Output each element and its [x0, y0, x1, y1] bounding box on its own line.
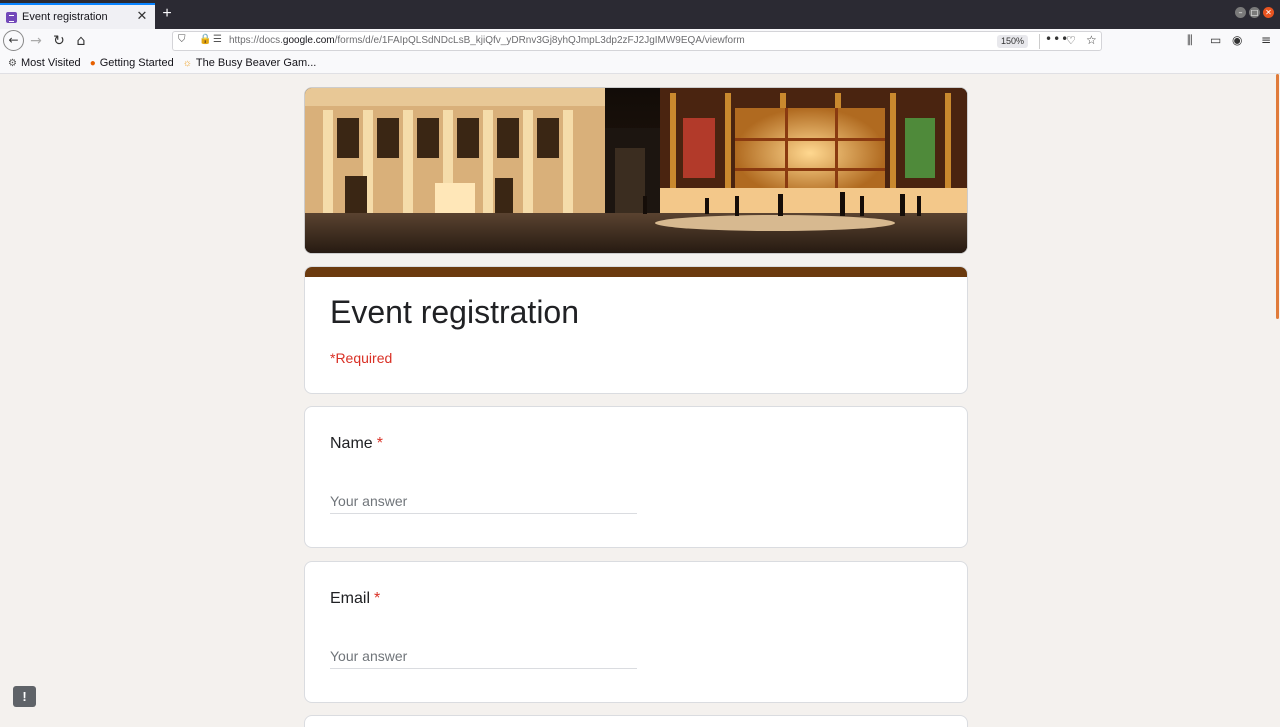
question-label: Name * [330, 435, 383, 453]
navigation-toolbar: ← → ↻ ⌂ ⛉ 🔒 ☰ https://docs.google.com/fo… [0, 29, 1280, 53]
next-question-card [304, 715, 968, 727]
forms-favicon-icon [6, 11, 17, 23]
permissions-icon[interactable]: ☰ [213, 34, 222, 45]
bookmark-label: Most Visited [20, 57, 81, 69]
tab-title: Event registration [22, 11, 108, 23]
bookmark-getting-started[interactable]: ● Getting Started [90, 57, 174, 69]
question-text: Name [330, 435, 373, 452]
maximize-icon: □ [1250, 8, 1259, 17]
bookmark-busy-beaver[interactable]: ☼ The Busy Beaver Gam... [183, 57, 317, 69]
lock-icon[interactable]: 🔒 [199, 34, 211, 45]
zoom-level-badge[interactable]: 150% [997, 35, 1029, 48]
minimize-icon: – [1238, 8, 1243, 17]
required-note: *Required [330, 350, 393, 366]
address-bar[interactable]: ⛉ 🔒 ☰ https://docs.google.com/forms/d/e/… [172, 31, 1102, 51]
bookmark-label: Getting Started [99, 57, 174, 69]
required-asterisk: * [374, 590, 381, 607]
bookmarks-toolbar: ⚙ Most Visited ● Getting Started ☼ The B… [0, 53, 1280, 74]
name-input[interactable] [330, 489, 637, 514]
menu-icon[interactable]: ≡ [1261, 33, 1271, 47]
email-input[interactable] [330, 644, 637, 669]
report-feedback-button[interactable]: ! [13, 686, 36, 707]
divider [1039, 34, 1040, 49]
close-window-button[interactable]: ✕ [1263, 7, 1274, 18]
url-prefix: https://docs. [229, 35, 283, 46]
required-asterisk: * [376, 435, 383, 452]
pocket-icon[interactable]: ♡ [1066, 34, 1076, 47]
sidebar-icon[interactable]: ▭ [1210, 33, 1221, 47]
bookmark-label: The Busy Beaver Gam... [195, 57, 317, 69]
tab-strip: Event registration ✕ + – □ ✕ [0, 0, 1280, 29]
tab-event-registration[interactable]: Event registration ✕ [0, 3, 155, 29]
account-icon[interactable]: ◉ [1232, 33, 1242, 47]
minimize-window-button[interactable]: – [1235, 7, 1246, 18]
forward-button[interactable]: → [25, 30, 47, 52]
question-text: Email [330, 590, 371, 607]
reload-button[interactable]: ↻ [48, 30, 70, 52]
sun-icon: ☼ [182, 57, 192, 69]
url-domain: google.com [282, 35, 335, 46]
form-header-card: Event registration *Required [304, 266, 968, 394]
close-icon: ✕ [1265, 8, 1272, 17]
url-text[interactable]: https://docs.google.com/forms/d/e/1FAIpQ… [229, 35, 745, 46]
page-content[interactable]: Event registration *Required Name* Email… [0, 74, 1280, 727]
firefox-icon: ● [89, 57, 96, 69]
new-tab-button[interactable]: + [159, 5, 175, 23]
library-icon[interactable]: ⫼ [1187, 33, 1193, 48]
back-button[interactable]: ← [3, 30, 24, 51]
form-title: Event registration [330, 294, 580, 330]
home-button[interactable]: ⌂ [70, 30, 92, 52]
bookmark-star-icon[interactable]: ☆ [1086, 33, 1097, 47]
theme-accent-bar [305, 267, 967, 277]
gear-icon: ⚙ [8, 57, 17, 69]
question-label: Email * [330, 590, 380, 608]
tracking-shield-icon[interactable]: ⛉ [178, 34, 186, 45]
banner-illustration [305, 88, 967, 253]
close-tab-icon[interactable]: ✕ [135, 10, 149, 24]
question-card-email: Email * [304, 561, 968, 703]
maximize-window-button[interactable]: □ [1249, 7, 1260, 18]
bookmark-most-visited[interactable]: ⚙ Most Visited [8, 57, 81, 69]
header-banner-image [304, 87, 968, 254]
url-path: /forms/d/e/1FAIpQLSdNDcLsB_kjiQfv_yDRnv3… [334, 35, 745, 46]
page-scrollbar[interactable] [1276, 74, 1279, 319]
question-card-name: Name * [304, 406, 968, 548]
